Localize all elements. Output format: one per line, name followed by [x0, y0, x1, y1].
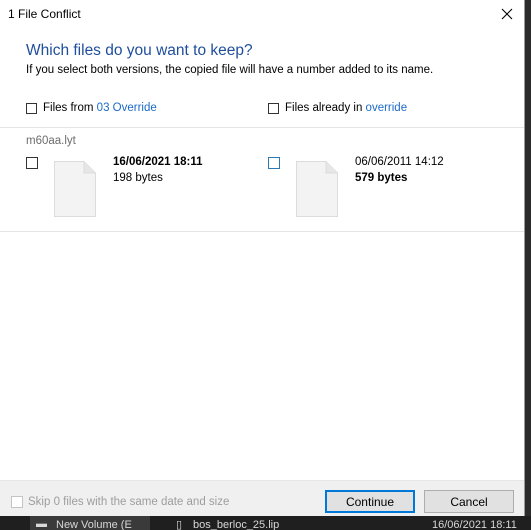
skip-same-files-checkbox[interactable]: [11, 496, 23, 508]
background-explorer-row: ▬ New Volume (E ▯ bos_berloc_25.lip 16/0…: [0, 516, 531, 530]
destination-file-date: 06/06/2011 14:12: [355, 156, 444, 168]
keep-source-checkbox[interactable]: [26, 157, 38, 169]
destination-file-size: 579 bytes: [355, 172, 408, 184]
cancel-button[interactable]: Cancel: [424, 490, 514, 513]
dialog-question: Which files do you want to keep?: [26, 42, 253, 59]
destination-file-icon[interactable]: [296, 161, 338, 217]
select-all-destination-checkbox[interactable]: [268, 103, 279, 114]
conflict-filename: m60aa.lyt: [26, 135, 76, 147]
source-column-header: Files from 03 Override: [43, 102, 157, 114]
keep-destination-checkbox[interactable]: [268, 157, 280, 169]
header-divider: [0, 127, 524, 128]
row-divider: [0, 231, 524, 232]
file-conflict-dialog: 1 File Conflict Which files do you want …: [0, 0, 525, 516]
background-file-name[interactable]: bos_berloc_25.lip: [193, 519, 279, 530]
window-title: 1 File Conflict: [8, 7, 81, 21]
source-file-date: 16/06/2021 18:11: [113, 156, 203, 168]
source-folder-link[interactable]: 03 Override: [97, 102, 157, 114]
dialog-subtitle: If you select both versions, the copied …: [26, 64, 434, 76]
destination-column-prefix: Files already in: [285, 102, 366, 114]
file-icon: ▯: [176, 519, 183, 530]
close-icon: [501, 8, 513, 20]
close-button[interactable]: [490, 0, 524, 28]
dialog-footer: Skip 0 files with the same date and size…: [0, 480, 524, 516]
drive-icon: ▬: [36, 518, 47, 530]
title-bar[interactable]: 1 File Conflict: [0, 0, 524, 28]
select-all-source-checkbox[interactable]: [26, 103, 37, 114]
background-file-date: 16/06/2021 18:11: [432, 519, 517, 530]
destination-folder-link[interactable]: override: [366, 102, 408, 114]
source-file-icon[interactable]: [54, 161, 96, 217]
source-column-prefix: Files from: [43, 102, 97, 114]
continue-button[interactable]: Continue: [325, 490, 415, 513]
background-drive-label[interactable]: New Volume (E: [56, 519, 132, 530]
skip-same-files-label: Skip 0 files with the same date and size: [28, 496, 230, 508]
destination-column-header: Files already in override: [285, 102, 407, 114]
source-file-size: 198 bytes: [113, 172, 163, 184]
